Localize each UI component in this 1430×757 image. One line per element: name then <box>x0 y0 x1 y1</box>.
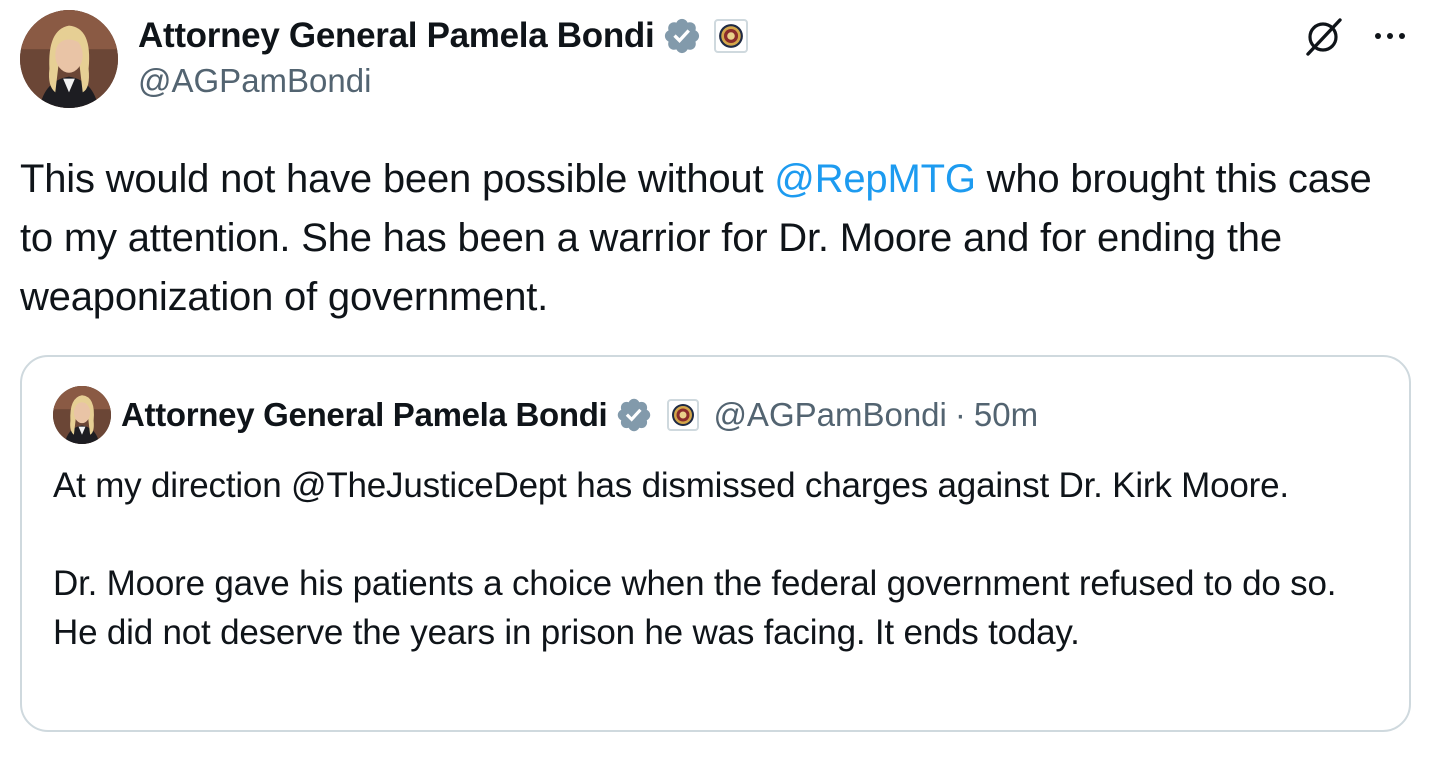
verified-badge-icon[interactable] <box>662 16 702 56</box>
tweet-text-before: This would not have been possible withou… <box>20 157 775 201</box>
tweet: Attorney General Pamela Bondi @AGPamBond… <box>0 0 1430 757</box>
doj-seal-icon[interactable] <box>714 19 749 53</box>
quoted-author-display-name[interactable]: Attorney General Pamela Bondi <box>121 396 608 434</box>
mention-link[interactable]: @RepMTG <box>774 157 976 201</box>
quoted-doj-seal-icon <box>667 399 700 431</box>
author-display-name[interactable]: Attorney General Pamela Bondi <box>138 16 655 56</box>
quoted-separator: · <box>954 396 966 433</box>
quoted-doj-seal-graphic <box>672 404 695 426</box>
avatar-image <box>20 10 118 108</box>
quoted-verified-badge-icon <box>618 398 651 432</box>
quoted-timestamp[interactable]: 50m <box>974 396 1038 434</box>
quoted-tweet-card[interactable]: Attorney General Pamela Bondi @AGPamBond… <box>20 355 1411 732</box>
grok-icon[interactable] <box>1302 14 1346 58</box>
tweet-text: This would not have been possible withou… <box>20 150 1410 327</box>
author-row: Attorney General Pamela Bondi <box>138 14 749 58</box>
quoted-avatar-image <box>53 386 111 444</box>
quoted-avatar[interactable] <box>53 386 111 444</box>
quoted-author-handle[interactable]: @AGPamBondi <box>713 396 946 434</box>
quoted-author-row: Attorney General Pamela Bondi @AGPamBond… <box>121 393 1038 437</box>
doj-seal-graphic <box>719 24 744 48</box>
more-options-icon[interactable] <box>1368 22 1412 50</box>
quoted-tweet-text: At my direction @TheJusticeDept has dism… <box>53 466 1337 652</box>
author-handle[interactable]: @AGPamBondi <box>138 62 371 100</box>
avatar[interactable] <box>20 10 118 108</box>
